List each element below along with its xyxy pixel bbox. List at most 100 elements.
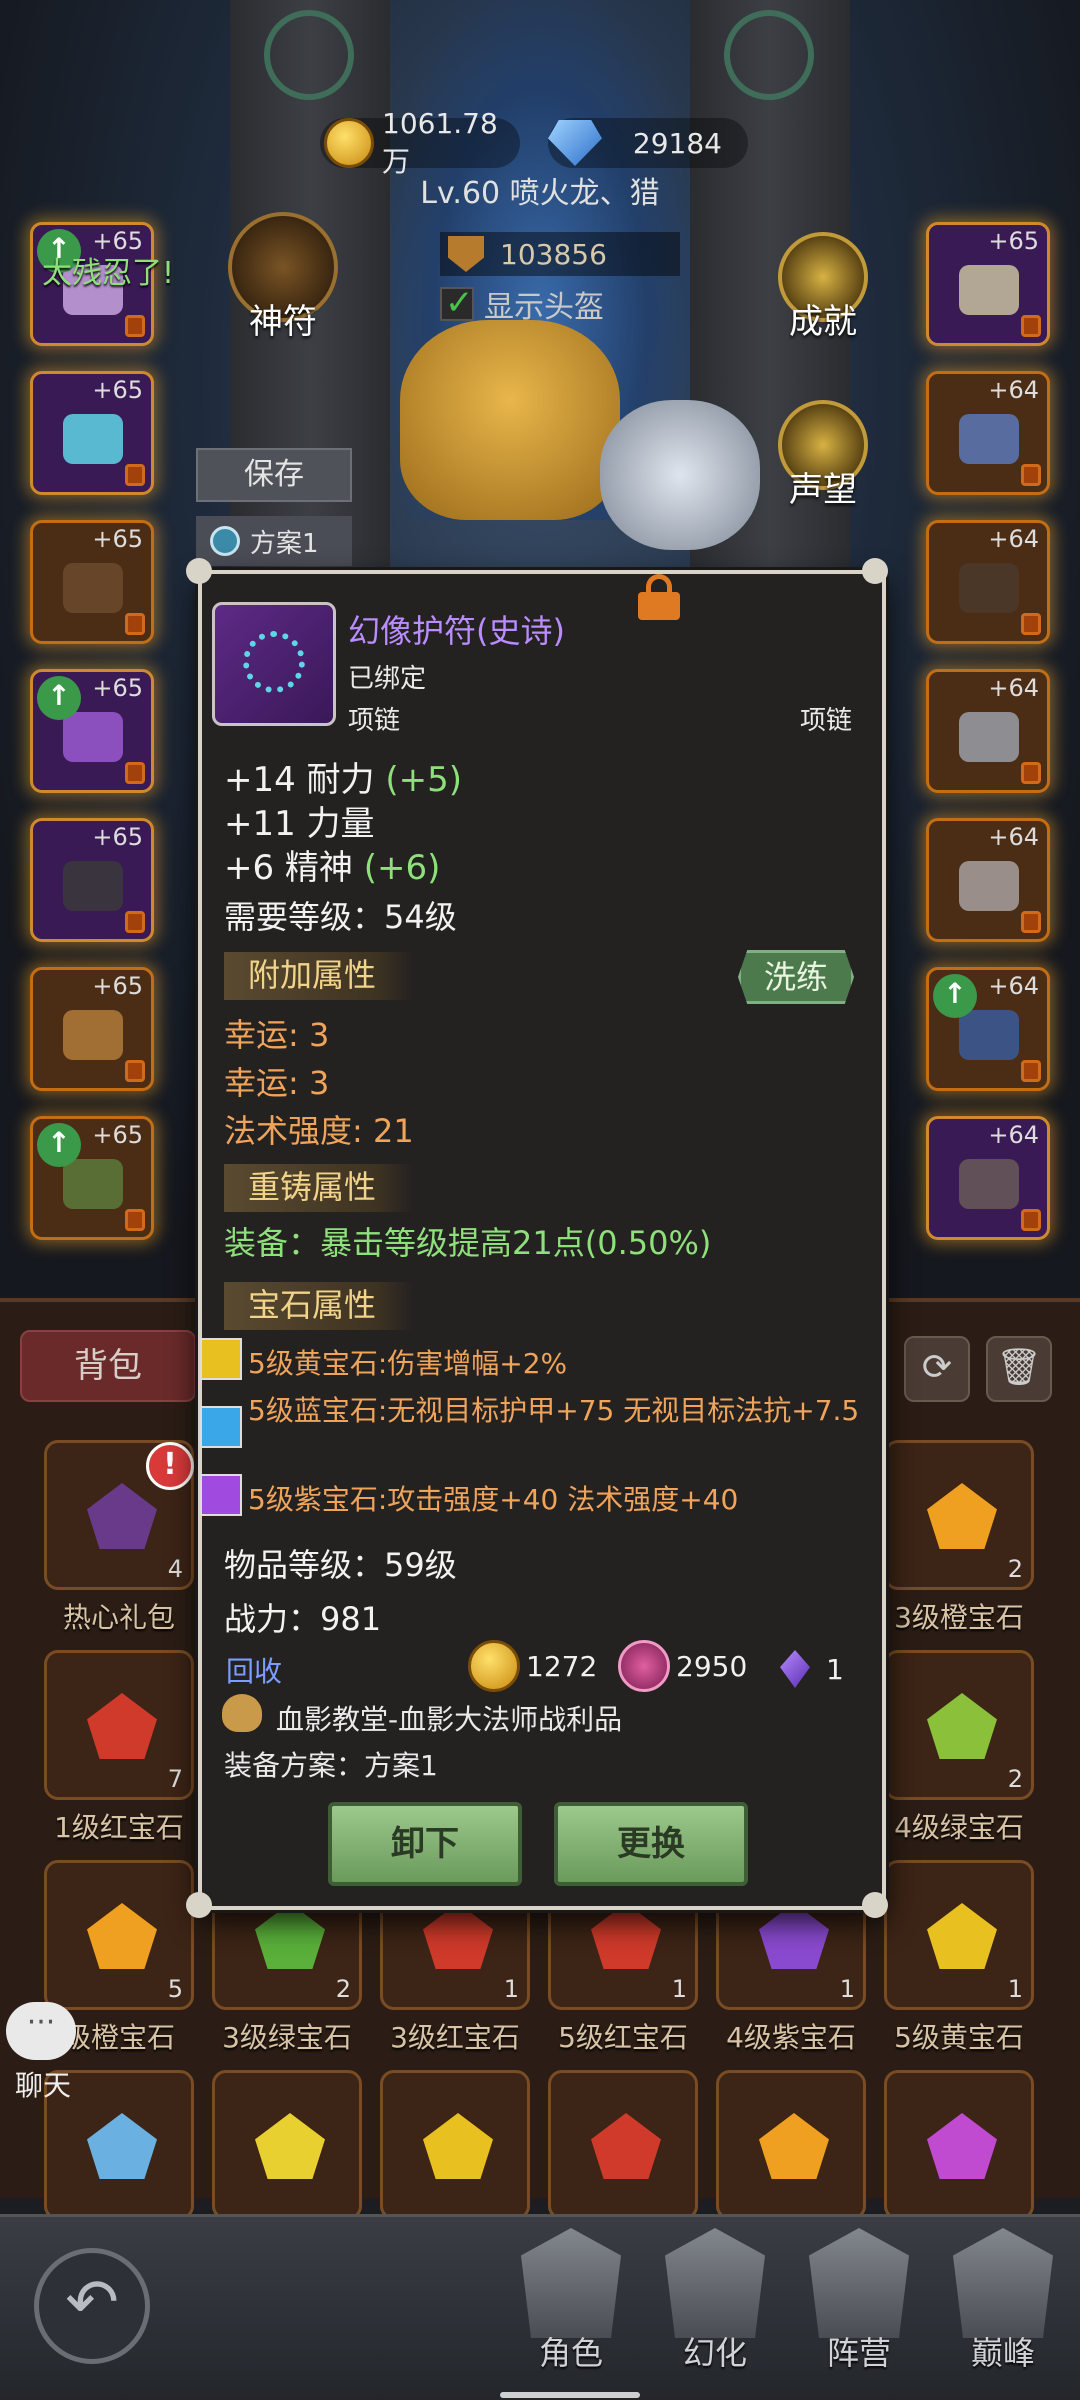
right-equipment-slot[interactable]: +64 bbox=[926, 371, 1050, 495]
bag-item-name: 3级橙宝石 bbox=[894, 1601, 1024, 1634]
nav-character[interactable]: 角色 bbox=[506, 2228, 636, 2374]
bag-item[interactable] bbox=[716, 2070, 866, 2220]
gem-icon bbox=[927, 1693, 997, 1759]
enhance-level: +65 bbox=[988, 227, 1039, 255]
save-button[interactable]: 保存 bbox=[196, 448, 352, 502]
stat-line: +6 精神 (+6) bbox=[224, 848, 441, 888]
right-equipment-slot[interactable]: +64 bbox=[926, 818, 1050, 942]
wolf-pet bbox=[600, 400, 760, 550]
refresh-icon[interactable]: ⟳ bbox=[904, 1336, 970, 1402]
bag-item[interactable]: 1 bbox=[884, 1860, 1034, 2010]
nav-faction[interactable]: 阵营 bbox=[794, 2228, 924, 2374]
gem-attribute: 5级黄宝石:伤害增幅+2% bbox=[248, 1347, 568, 1380]
right-equipment-slot[interactable]: +64 bbox=[926, 520, 1050, 644]
equipment-icon bbox=[63, 414, 123, 464]
equipment-icon bbox=[959, 1159, 1019, 1209]
lock-icon bbox=[1021, 1060, 1041, 1082]
enhance-level: +64 bbox=[988, 823, 1039, 851]
loot-bag-icon bbox=[222, 1694, 262, 1732]
stat-line: +11 力量 bbox=[224, 804, 375, 844]
item-source: 血影教堂-血影大法师战利品 bbox=[276, 1703, 623, 1736]
bag-item[interactable] bbox=[884, 2070, 1034, 2220]
nav-label: 巅峰 bbox=[970, 2334, 1035, 2372]
pillar-ornament bbox=[724, 10, 814, 100]
reputation-button[interactable]: 声望 bbox=[758, 400, 888, 511]
bag-item[interactable] bbox=[212, 2070, 362, 2220]
equipment-icon bbox=[63, 861, 123, 911]
unequip-button[interactable]: 卸下 bbox=[328, 1802, 522, 1886]
bag-item-name: 热心礼包 bbox=[62, 1601, 175, 1634]
bag-item-name: 3级红宝石 bbox=[390, 2021, 520, 2054]
bag-item[interactable]: 2 bbox=[884, 1440, 1034, 1590]
bag-item[interactable]: 7 bbox=[44, 1650, 194, 1800]
right-equipment-slot[interactable]: +64 bbox=[926, 669, 1050, 793]
nav-label: 角色 bbox=[538, 2334, 603, 2372]
right-equipment-slot[interactable]: +64 bbox=[926, 1116, 1050, 1240]
reputation-label: 声望 bbox=[789, 470, 857, 510]
gold-coin-icon bbox=[324, 118, 374, 168]
nav-label: 阵营 bbox=[826, 2334, 891, 2372]
item-icon bbox=[212, 602, 336, 726]
bag-tab[interactable]: 背包 bbox=[20, 1330, 196, 1402]
extra-attribute: 法术强度: 21 bbox=[224, 1112, 414, 1150]
bag-item-name: 4级紫宝石 bbox=[726, 2021, 856, 2054]
bag-item[interactable]: 5 bbox=[44, 1860, 194, 2010]
item-type: 项链 bbox=[348, 706, 401, 736]
lock-icon bbox=[125, 1209, 145, 1231]
chat-button[interactable]: ··· 聊天 bbox=[6, 2002, 80, 2104]
achievement-button[interactable]: 成就 bbox=[758, 232, 888, 343]
upgrade-arrow-icon: ↑ bbox=[933, 974, 977, 1018]
item-count: 2 bbox=[335, 1975, 351, 2003]
lock-icon bbox=[125, 1060, 145, 1082]
bag-item-name: 1级红宝石 bbox=[54, 1811, 184, 1844]
item-count: 4 bbox=[167, 1555, 183, 1583]
bag-item[interactable] bbox=[380, 2070, 530, 2220]
equipment-icon bbox=[63, 1010, 123, 1060]
nav-peak[interactable]: 巅峰 bbox=[938, 2228, 1068, 2374]
home-indicator bbox=[500, 2392, 640, 2398]
gold-coin-icon bbox=[468, 1640, 520, 1692]
recycle-link[interactable]: 回收 bbox=[226, 1650, 282, 1690]
bag-item[interactable]: 2 bbox=[884, 1650, 1034, 1800]
replace-button[interactable]: 更换 bbox=[554, 1802, 748, 1886]
gem-amount: 29184 bbox=[632, 126, 722, 160]
notice-text: 太残忍了! bbox=[42, 256, 175, 291]
left-equipment-slot[interactable]: +65 bbox=[30, 818, 154, 942]
left-equipment-slot[interactable]: +65 ↑ bbox=[30, 1116, 154, 1240]
lock-body bbox=[638, 592, 680, 620]
necklace-icon bbox=[243, 631, 305, 693]
trash-icon[interactable]: 🗑 bbox=[986, 1336, 1052, 1402]
gem-attribute: 5级紫宝石:攻击强度+40 法术强度+40 bbox=[248, 1483, 739, 1516]
left-equipment-slot[interactable]: +65 bbox=[30, 520, 154, 644]
right-equipment-slot[interactable]: +64 ↑ bbox=[926, 967, 1050, 1091]
bag-item-name: 5级红宝石 bbox=[558, 2021, 688, 2054]
equipment-icon bbox=[959, 712, 1019, 762]
blue-gem-icon bbox=[200, 1406, 242, 1448]
wash-button[interactable]: 洗练 bbox=[738, 950, 854, 1004]
lock-icon bbox=[1021, 315, 1041, 337]
left-equipment-slot[interactable]: +65 bbox=[30, 371, 154, 495]
equipment-icon bbox=[959, 414, 1019, 464]
nav-transmog[interactable]: 幻化 bbox=[650, 2228, 780, 2374]
nav-label: 幻化 bbox=[682, 2334, 747, 2372]
item-count: 2 bbox=[1007, 1555, 1023, 1583]
gem-attributes-title: 宝石属性 bbox=[224, 1282, 414, 1330]
left-equipment-slot[interactable]: +65 ↑ bbox=[30, 669, 154, 793]
blue-gem-icon bbox=[548, 120, 602, 166]
right-equipment-slot[interactable]: +65 bbox=[926, 222, 1050, 346]
enhance-level: +65 bbox=[92, 674, 143, 702]
rune-label: 神符 bbox=[249, 302, 317, 342]
rune-button[interactable]: 神符 bbox=[218, 212, 348, 343]
lock-icon bbox=[125, 613, 145, 635]
equipment-icon bbox=[959, 265, 1019, 315]
plan-selector[interactable]: 方案1 bbox=[196, 516, 352, 566]
power-display: 103856 bbox=[440, 232, 680, 276]
back-button[interactable]: ↶ bbox=[34, 2248, 150, 2364]
equipment-icon bbox=[63, 1159, 123, 1209]
bag-item[interactable] bbox=[548, 2070, 698, 2220]
item-name: 幻像护符(史诗) bbox=[348, 612, 565, 650]
plan-label: 方案1 bbox=[250, 528, 319, 559]
gem-icon bbox=[255, 1903, 325, 1969]
lock-icon[interactable] bbox=[638, 574, 680, 620]
left-equipment-slot[interactable]: +65 bbox=[30, 967, 154, 1091]
